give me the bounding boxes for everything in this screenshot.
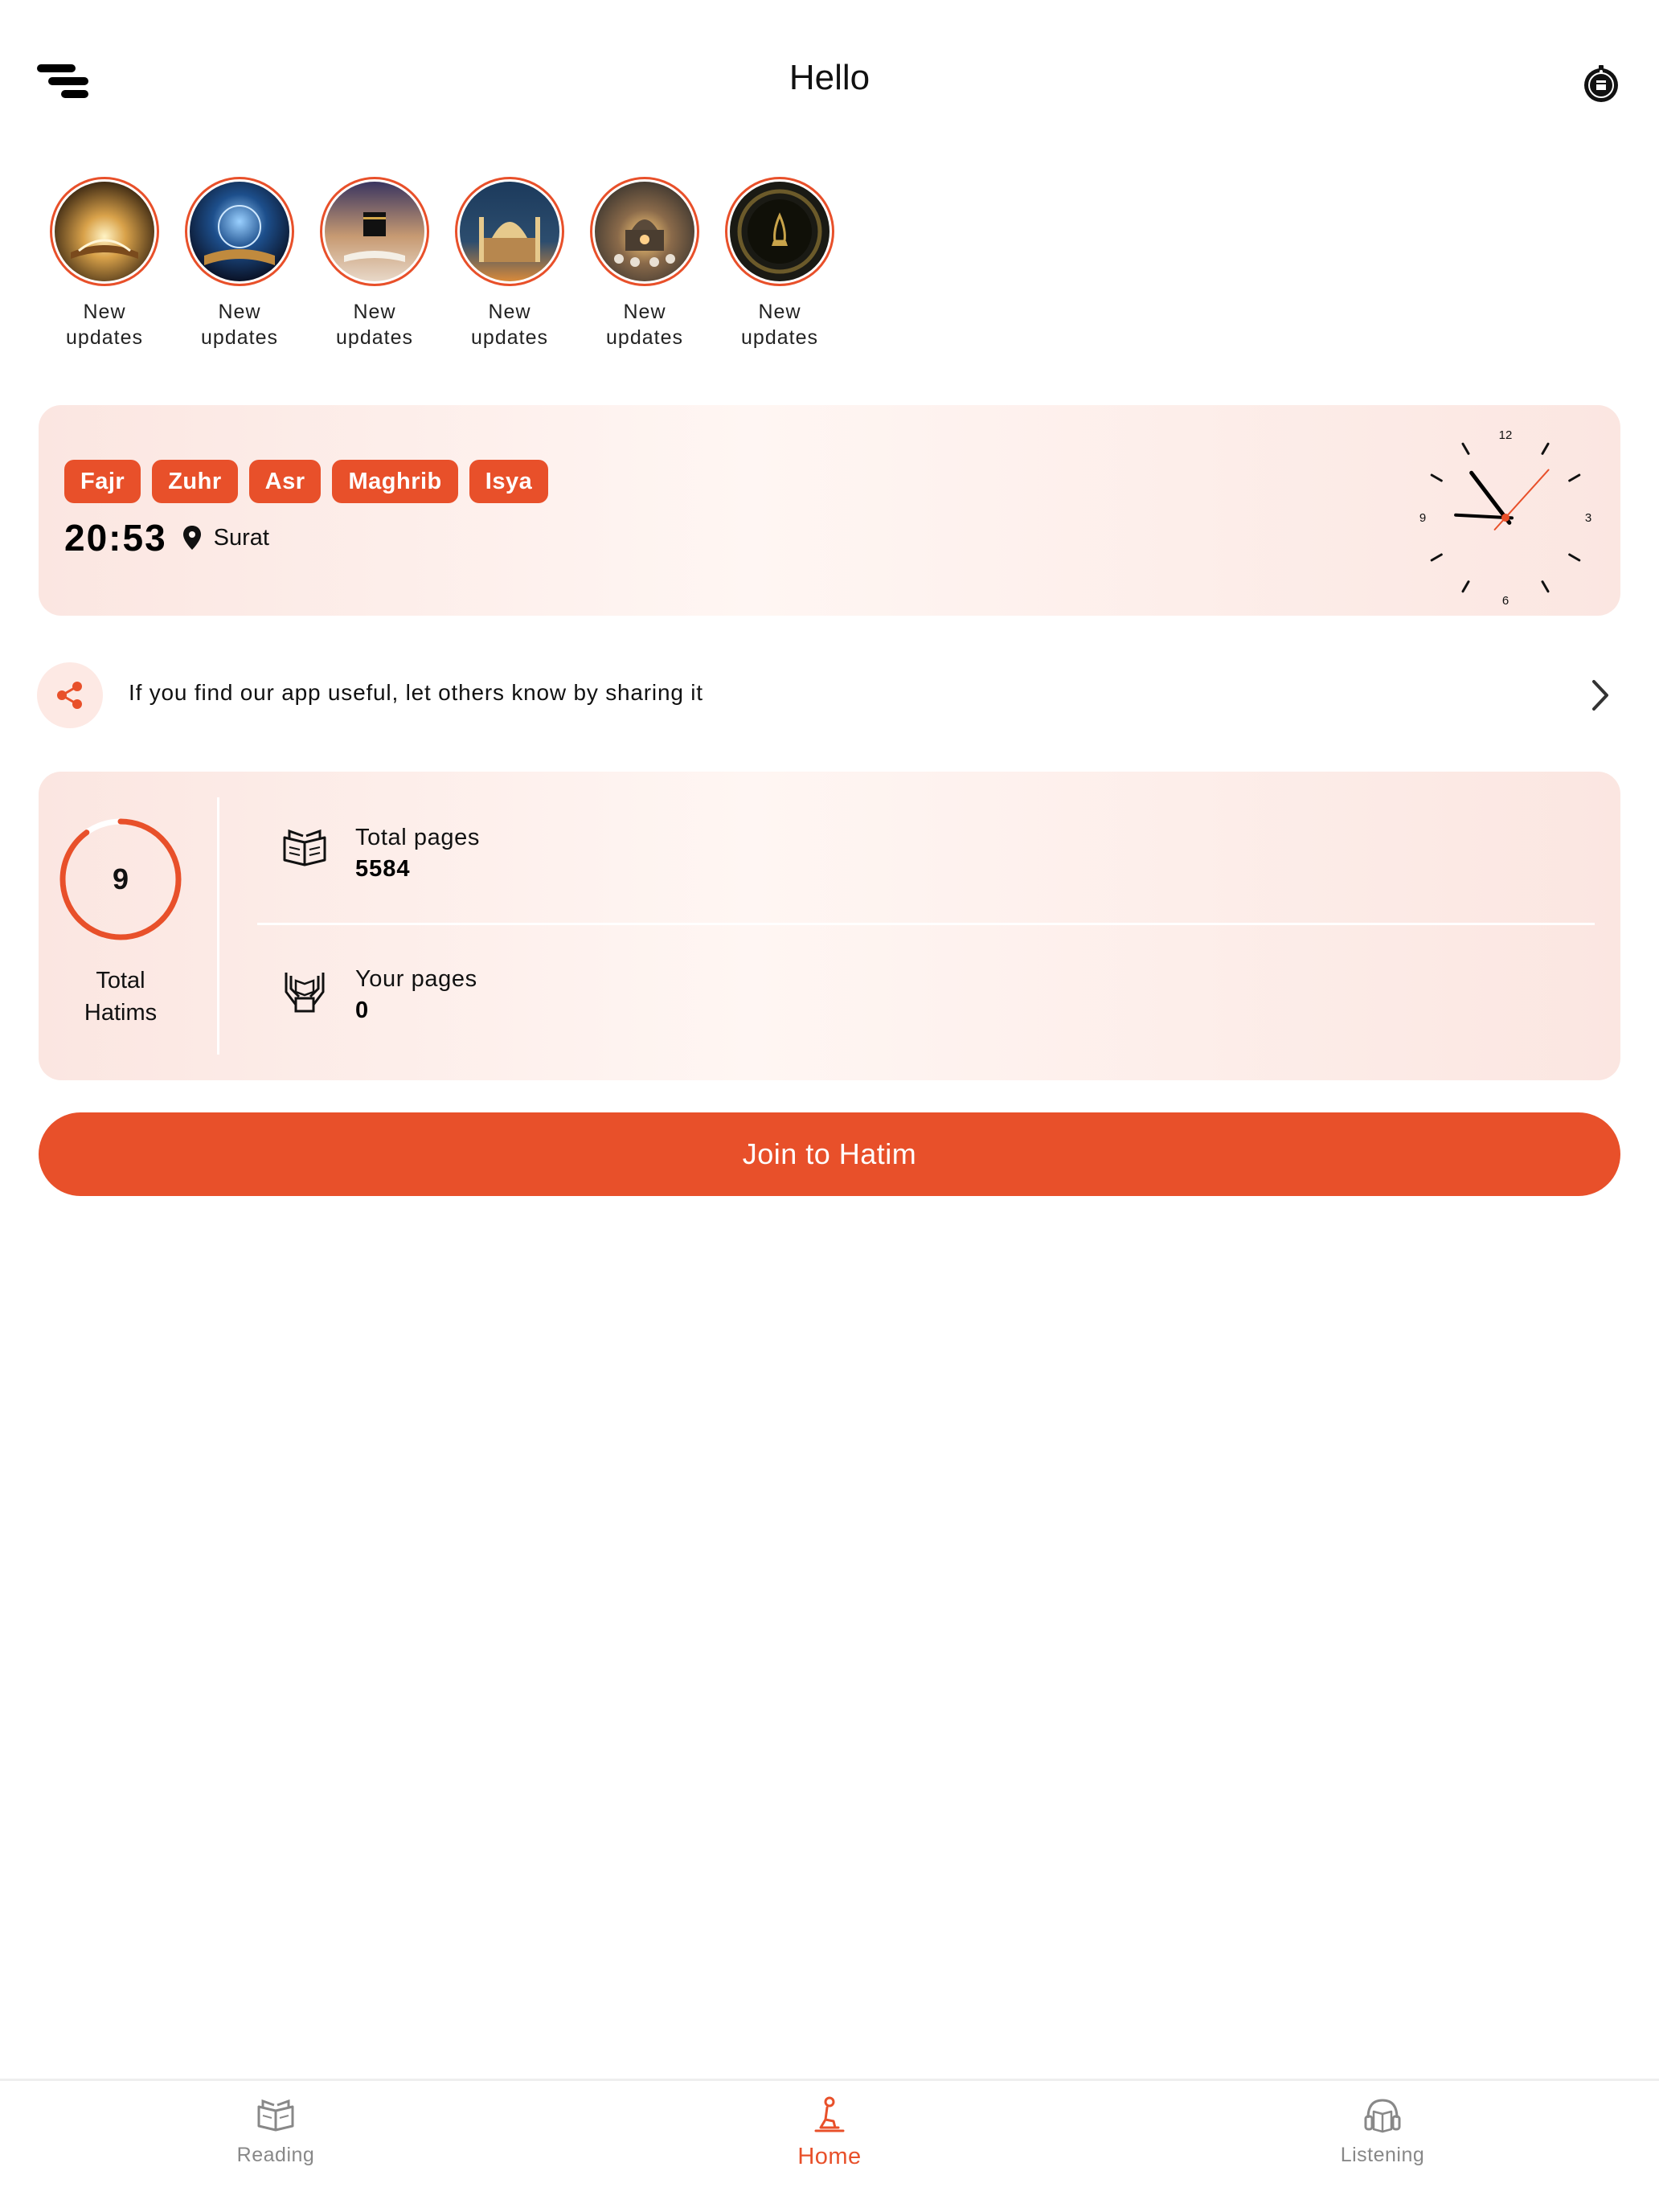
clock-numeral-9: 9	[1419, 511, 1426, 525]
story-label: New updates	[471, 301, 548, 349]
time-location-row: 20:53 Surat	[64, 516, 269, 559]
prayer-chips: Fajr Zuhr Asr Maghrib Isya	[64, 460, 549, 503]
bottom-navigation: Reading Home Listening	[0, 2079, 1659, 2212]
clock-tick	[1568, 473, 1581, 482]
story-item[interactable]: New updates	[712, 177, 847, 350]
story-item[interactable]: New updates	[37, 177, 172, 350]
chip-fajr[interactable]: Fajr	[64, 460, 141, 503]
share-icon	[57, 682, 82, 709]
analog-clock: 12 3 6 9	[1419, 428, 1591, 608]
tab-home-label: Home	[797, 2144, 862, 2169]
open-book-icon	[257, 2099, 294, 2132]
story-item[interactable]: New updates	[442, 177, 577, 350]
story-item[interactable]: New updates	[307, 177, 442, 350]
story-thumbnail	[460, 182, 559, 281]
story-thumbnail	[55, 182, 154, 281]
clock-tick	[1541, 442, 1550, 455]
story-label: New updates	[606, 301, 683, 349]
hands-book-icon	[285, 973, 325, 1013]
clock-numeral-12: 12	[1499, 428, 1513, 442]
chip-asr[interactable]: Asr	[248, 460, 322, 503]
story-label: New updates	[66, 301, 143, 349]
story-label: New updates	[201, 301, 278, 349]
clock-tick	[1541, 580, 1550, 593]
tab-listening[interactable]: Listening	[1278, 2095, 1487, 2167]
share-icon-container	[37, 662, 103, 728]
chip-maghrib[interactable]: Maghrib	[332, 460, 458, 503]
clock-tick	[1430, 473, 1443, 482]
join-hatim-button[interactable]: Join to Hatim	[39, 1112, 1620, 1196]
chip-zuhr[interactable]: Zuhr	[152, 460, 238, 503]
open-book-icon	[283, 829, 326, 866]
hatim-stats-card: 9 Total Hatims Total pages 5584 Your pag…	[39, 772, 1620, 1080]
tab-listening-label: Listening	[1340, 2144, 1425, 2166]
story-item[interactable]: New updates	[577, 177, 712, 350]
page-title: Hello	[789, 58, 870, 97]
hatim-label: Total Hatims	[84, 968, 158, 1026]
tab-home[interactable]: Home	[725, 2095, 934, 2170]
clock-numeral-3: 3	[1585, 511, 1591, 525]
qibla-compass-icon	[1584, 65, 1618, 102]
story-label: New updates	[336, 301, 413, 349]
clock-tick	[1461, 442, 1470, 455]
share-app-row[interactable]: If you find our app useful, let others k…	[37, 659, 1620, 731]
total-pages-stat	[280, 823, 330, 877]
tab-reading[interactable]: Reading	[171, 2095, 380, 2167]
prayer-times-card[interactable]: Fajr Zuhr Asr Maghrib Isya 20:53 Surat 1…	[39, 405, 1620, 616]
your-pages-label: Your pages	[355, 966, 477, 992]
clock-numeral-6: 6	[1502, 594, 1509, 608]
your-pages-value: 0	[355, 997, 370, 1023]
clock-center	[1501, 514, 1509, 522]
clock-tick	[1568, 553, 1581, 562]
share-message: If you find our app useful, let others k…	[129, 680, 703, 705]
location-pin-icon	[182, 526, 201, 550]
total-pages-value: 5584	[355, 856, 411, 882]
horizontal-divider	[257, 923, 1595, 925]
vertical-divider	[217, 797, 219, 1055]
story-thumbnail	[325, 182, 424, 281]
story-label: New updates	[741, 301, 818, 349]
current-time: 20:53	[64, 517, 167, 559]
clock-tick	[1430, 553, 1443, 562]
hatim-count: 9	[112, 862, 129, 895]
total-pages-label: Total pages	[355, 825, 480, 850]
story-thumbnail	[730, 182, 830, 281]
chip-isya[interactable]: Isya	[469, 460, 549, 503]
story-thumbnail	[190, 182, 289, 281]
praying-person-icon	[814, 2096, 845, 2132]
headphones-book-icon	[1364, 2099, 1401, 2133]
tab-reading-label: Reading	[236, 2144, 315, 2166]
city-name: Surat	[213, 524, 269, 551]
story-item[interactable]: New updates	[172, 177, 307, 350]
stories-row: New updates New updates New updates New …	[37, 177, 921, 370]
qibla-compass-button[interactable]	[1579, 62, 1623, 105]
story-thumbnail	[595, 182, 694, 281]
chevron-right-icon	[1592, 680, 1608, 711]
clock-tick	[1461, 580, 1470, 593]
your-pages-stat	[280, 965, 330, 1018]
